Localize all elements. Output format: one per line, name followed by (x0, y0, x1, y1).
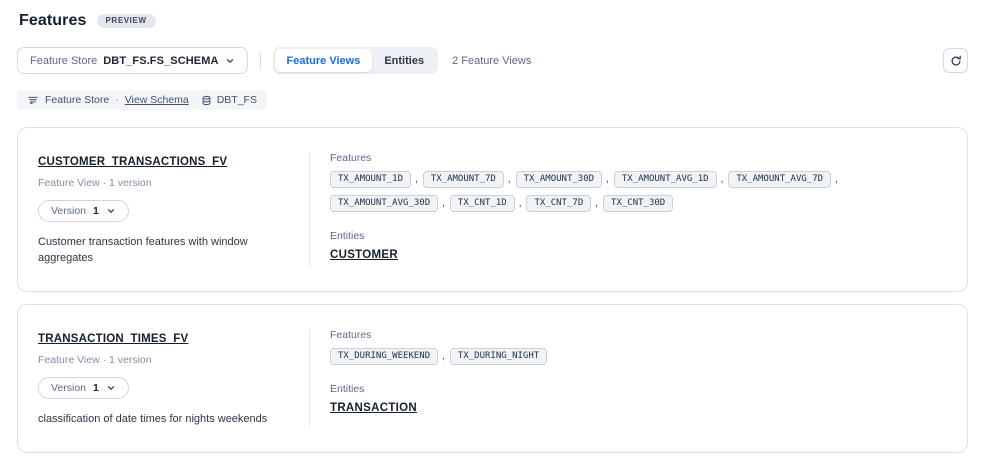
feature-chips-list: TX_AMOUNT_1D TX_AMOUNT_7D TX_AMOUNT_30D … (330, 171, 930, 212)
feature-chip-label: TX_DURING_WEEKEND (330, 348, 438, 365)
feature-chip-label: TX_AMOUNT_1D (330, 171, 411, 188)
version-label: Version (51, 205, 86, 217)
version-value: 1 (93, 205, 99, 217)
database-name: DBT_FS (217, 94, 257, 106)
toolbar-divider (260, 53, 261, 69)
breadcrumb-database: DBT_FS (201, 94, 257, 106)
feature-chip-label: TX_AMOUNT_30D (516, 171, 602, 188)
version-label: Version (51, 382, 86, 394)
feature-chip: TX_CNT_1D (450, 195, 527, 212)
view-schema-link[interactable]: View Schema (125, 94, 189, 106)
feature-view-title-link[interactable]: CUSTOMER_TRANSACTIONS_FV (38, 156, 227, 168)
feature-chip: TX_AMOUNT_AVG_30D (330, 195, 450, 212)
breadcrumb-separator: · (115, 94, 119, 106)
feature-view-title-link[interactable]: TRANSACTION_TIMES_FV (38, 333, 188, 345)
feature-chip: TX_CNT_7D (526, 195, 603, 212)
card-details: Features TX_DURING_WEEKEND TX_DURING_NIG… (310, 329, 947, 428)
version-value: 1 (93, 382, 99, 394)
feature-view-meta: Feature View · 1 version (38, 354, 289, 366)
feature-view-card-customer-transactions: CUSTOMER_TRANSACTIONS_FV Feature View · … (17, 127, 968, 292)
feature-view-description: classification of date times for nights … (38, 412, 289, 428)
version-dropdown[interactable]: Version 1 (38, 200, 129, 222)
view-tabs: Feature Views Entities (273, 47, 439, 74)
page-title: Features (19, 12, 87, 30)
page-header: Features PREVIEW (17, 12, 968, 30)
feature-store-value: DBT_FS.FS_SCHEMA (103, 55, 218, 67)
features-section-label: Features (330, 152, 947, 164)
card-summary: TRANSACTION_TIMES_FV Feature View · 1 ve… (38, 329, 310, 428)
preview-badge: PREVIEW (97, 14, 156, 28)
feature-chip: TX_DURING_NIGHT (450, 348, 547, 365)
entities-section-label: Entities (330, 383, 947, 395)
feature-views-count: 2 Feature Views (452, 55, 531, 67)
chevron-down-icon (106, 383, 116, 393)
feature-chip-label: TX_CNT_1D (450, 195, 515, 212)
chevron-down-icon (106, 206, 116, 216)
feature-chip-label: TX_CNT_30D (603, 195, 673, 212)
tab-entities[interactable]: Entities (372, 49, 436, 72)
feature-store-label: Feature Store (30, 55, 97, 67)
refresh-icon (950, 55, 962, 67)
card-summary: CUSTOMER_TRANSACTIONS_FV Feature View · … (38, 152, 310, 267)
feature-chip-label: TX_DURING_NIGHT (450, 348, 547, 365)
breadcrumb: Feature Store · View Schema DBT_FS (17, 90, 267, 110)
feature-chip: TX_AMOUNT_AVG_1D (614, 171, 728, 188)
feature-chip: TX_AMOUNT_7D (423, 171, 516, 188)
entities-section: Entities TRANSACTION (330, 383, 947, 416)
features-section-label: Features (330, 329, 947, 341)
entity-link-customer[interactable]: CUSTOMER (330, 249, 398, 261)
feature-view-description: Customer transaction features with windo… (38, 235, 289, 267)
feature-view-meta: Feature View · 1 version (38, 177, 289, 189)
breadcrumb-store-label: Feature Store (45, 94, 109, 106)
feature-store-dropdown[interactable]: Feature Store DBT_FS.FS_SCHEMA (17, 47, 248, 74)
card-details: Features TX_AMOUNT_1D TX_AMOUNT_7D TX_AM… (310, 152, 947, 267)
entities-section: Entities CUSTOMER (330, 230, 947, 263)
entities-section-label: Entities (330, 230, 947, 242)
feature-chips-list: TX_DURING_WEEKEND TX_DURING_NIGHT (330, 348, 930, 365)
feature-store-icon (27, 94, 39, 106)
features-page: Features PREVIEW Feature Store DBT_FS.FS… (0, 0, 985, 453)
feature-chip-label: TX_AMOUNT_AVG_30D (330, 195, 438, 212)
feature-chip: TX_AMOUNT_1D (330, 171, 423, 188)
database-icon (201, 95, 212, 106)
tab-feature-views[interactable]: Feature Views (275, 49, 373, 72)
feature-chip-label: TX_AMOUNT_AVG_1D (614, 171, 717, 188)
chevron-down-icon (225, 56, 235, 66)
feature-chip: TX_AMOUNT_30D (516, 171, 614, 188)
version-dropdown[interactable]: Version 1 (38, 377, 129, 399)
entity-link-transaction[interactable]: TRANSACTION (330, 402, 417, 414)
feature-chip-label: TX_CNT_7D (526, 195, 591, 212)
feature-view-card-transaction-times: TRANSACTION_TIMES_FV Feature View · 1 ve… (17, 304, 968, 453)
toolbar: Feature Store DBT_FS.FS_SCHEMA Feature V… (17, 47, 968, 74)
refresh-button[interactable] (943, 48, 968, 73)
feature-chip-label: TX_AMOUNT_AVG_7D (728, 171, 831, 188)
feature-chip: TX_CNT_30D (603, 195, 673, 212)
feature-chip-label: TX_AMOUNT_7D (423, 171, 504, 188)
feature-chip: TX_DURING_WEEKEND (330, 348, 450, 365)
feature-chip: TX_AMOUNT_AVG_7D (728, 171, 842, 188)
